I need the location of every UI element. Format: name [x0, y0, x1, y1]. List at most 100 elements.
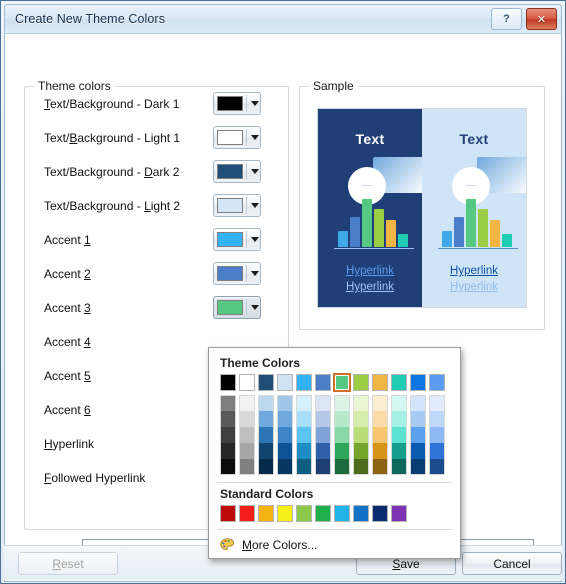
theme-swatch-3-variant-2[interactable]	[258, 411, 274, 427]
theme-swatch-1-base[interactable]	[220, 374, 236, 391]
theme-swatch-2-variant-3[interactable]	[239, 427, 255, 443]
theme-swatch-3-base[interactable]	[258, 374, 274, 391]
theme-swatch-3-variant-5[interactable]	[258, 459, 274, 475]
theme-swatch-11-base[interactable]	[410, 374, 426, 391]
theme-swatch-11-variant-4[interactable]	[410, 443, 426, 459]
theme-swatch-2-variant-1[interactable]	[239, 395, 255, 411]
standard-swatch-2[interactable]	[239, 505, 255, 522]
label-followed-hyperlink: Followed Hyperlink	[44, 471, 146, 485]
theme-swatch-3-variant-4[interactable]	[258, 443, 274, 459]
theme-swatch-11-variant-3[interactable]	[410, 427, 426, 443]
theme-swatch-7-variant-2[interactable]	[334, 411, 350, 427]
theme-swatch-4-variant-1[interactable]	[277, 395, 293, 411]
theme-swatch-12-variant-1[interactable]	[429, 395, 445, 411]
theme-swatch-7-variant-1[interactable]	[334, 395, 350, 411]
theme-swatch-6-variant-1[interactable]	[315, 395, 331, 411]
theme-swatch-5-variant-3[interactable]	[296, 427, 312, 443]
cancel-button[interactable]: Cancel	[462, 552, 562, 575]
theme-swatch-5-variant-5[interactable]	[296, 459, 312, 475]
theme-swatch-8-variant-1[interactable]	[353, 395, 369, 411]
theme-swatch-3-variant-1[interactable]	[258, 395, 274, 411]
color-button-text-background-light-1[interactable]	[213, 126, 261, 149]
standard-swatch-9[interactable]	[372, 505, 388, 522]
theme-swatch-9-variant-5[interactable]	[372, 459, 388, 475]
standard-swatch-8[interactable]	[353, 505, 369, 522]
theme-swatch-1-variant-4[interactable]	[220, 443, 236, 459]
sample-dark-hyperlink: Hyperlink	[346, 265, 394, 277]
theme-swatch-8-base[interactable]	[353, 374, 369, 391]
theme-swatch-9-base[interactable]	[372, 374, 388, 391]
theme-swatch-7-variant-4[interactable]	[334, 443, 350, 459]
color-button-text-background-dark-2[interactable]	[213, 160, 261, 183]
theme-swatch-11-variant-5[interactable]	[410, 459, 426, 475]
standard-swatch-7[interactable]	[334, 505, 350, 522]
theme-swatch-12-variant-5[interactable]	[429, 459, 445, 475]
theme-swatch-12-variant-2[interactable]	[429, 411, 445, 427]
theme-swatch-2-variant-5[interactable]	[239, 459, 255, 475]
color-button-text-background-light-2[interactable]	[213, 194, 261, 217]
more-colors-item[interactable]: More Colors...	[209, 532, 460, 554]
color-chip-accent-2	[217, 266, 243, 281]
color-button-accent-2[interactable]	[213, 262, 261, 285]
standard-swatch-5[interactable]	[296, 505, 312, 522]
theme-swatch-6-base[interactable]	[315, 374, 331, 391]
theme-swatch-7-base[interactable]	[333, 373, 351, 392]
theme-swatch-1-variant-1[interactable]	[220, 395, 236, 411]
close-icon[interactable]: ✕	[526, 8, 557, 30]
reset-button[interactable]: Reset	[18, 552, 118, 575]
theme-swatch-9-variant-3[interactable]	[372, 427, 388, 443]
theme-swatch-6-variant-2[interactable]	[315, 411, 331, 427]
theme-swatch-4-variant-2[interactable]	[277, 411, 293, 427]
theme-swatch-12-variant-4[interactable]	[429, 443, 445, 459]
sample-pane-light: Text ~~~ Hyperlink Hyperlink	[422, 109, 526, 307]
theme-swatch-10-variant-1[interactable]	[391, 395, 407, 411]
theme-swatch-2-variant-4[interactable]	[239, 443, 255, 459]
theme-swatch-6-variant-3[interactable]	[315, 427, 331, 443]
color-button-accent-3[interactable]	[213, 296, 261, 319]
theme-swatch-12-variant-3[interactable]	[429, 427, 445, 443]
theme-swatch-8-variant-2[interactable]	[353, 411, 369, 427]
theme-swatch-1-variant-2[interactable]	[220, 411, 236, 427]
color-button-accent-1[interactable]	[213, 228, 261, 251]
theme-swatch-11-variant-1[interactable]	[410, 395, 426, 411]
theme-swatch-9-variant-1[interactable]	[372, 395, 388, 411]
theme-swatch-5-variant-1[interactable]	[296, 395, 312, 411]
help-icon[interactable]: ?	[491, 8, 522, 30]
theme-swatch-4-base[interactable]	[277, 374, 293, 391]
theme-swatch-4-variant-3[interactable]	[277, 427, 293, 443]
label-text-background-dark-1: Text/Background - Dark 1	[44, 97, 180, 111]
theme-swatch-8-variant-4[interactable]	[353, 443, 369, 459]
theme-swatch-5-base[interactable]	[296, 374, 312, 391]
theme-swatch-1-variant-3[interactable]	[220, 427, 236, 443]
standard-swatch-1[interactable]	[220, 505, 236, 522]
standard-swatch-10[interactable]	[391, 505, 407, 522]
theme-swatch-11-variant-2[interactable]	[410, 411, 426, 427]
theme-swatch-10-variant-3[interactable]	[391, 427, 407, 443]
theme-swatch-5-variant-2[interactable]	[296, 411, 312, 427]
theme-swatch-4-variant-5[interactable]	[277, 459, 293, 475]
theme-swatch-10-variant-2[interactable]	[391, 411, 407, 427]
theme-swatch-7-variant-5[interactable]	[334, 459, 350, 475]
theme-swatch-2-base[interactable]	[239, 374, 255, 391]
theme-swatch-7-variant-3[interactable]	[334, 427, 350, 443]
standard-swatch-4[interactable]	[277, 505, 293, 522]
theme-swatch-10-variant-5[interactable]	[391, 459, 407, 475]
theme-swatch-1-variant-5[interactable]	[220, 459, 236, 475]
theme-swatch-6-variant-5[interactable]	[315, 459, 331, 475]
theme-swatch-6-variant-4[interactable]	[315, 443, 331, 459]
theme-swatch-8-variant-5[interactable]	[353, 459, 369, 475]
color-button-text-background-dark-1[interactable]	[213, 92, 261, 115]
standard-swatch-3[interactable]	[258, 505, 274, 522]
theme-swatch-8-variant-3[interactable]	[353, 427, 369, 443]
theme-swatch-10-variant-4[interactable]	[391, 443, 407, 459]
theme-swatch-10-base[interactable]	[391, 374, 407, 391]
theme-swatch-5-variant-4[interactable]	[296, 443, 312, 459]
theme-swatch-3-variant-3[interactable]	[258, 427, 274, 443]
theme-swatch-4-variant-4[interactable]	[277, 443, 293, 459]
color-picker-dropdown: Theme Colors Standard Colors More Colors…	[208, 347, 461, 559]
theme-swatch-12-base[interactable]	[429, 374, 445, 391]
theme-swatch-9-variant-2[interactable]	[372, 411, 388, 427]
theme-swatch-9-variant-4[interactable]	[372, 443, 388, 459]
theme-swatch-2-variant-2[interactable]	[239, 411, 255, 427]
standard-swatch-6[interactable]	[315, 505, 331, 522]
